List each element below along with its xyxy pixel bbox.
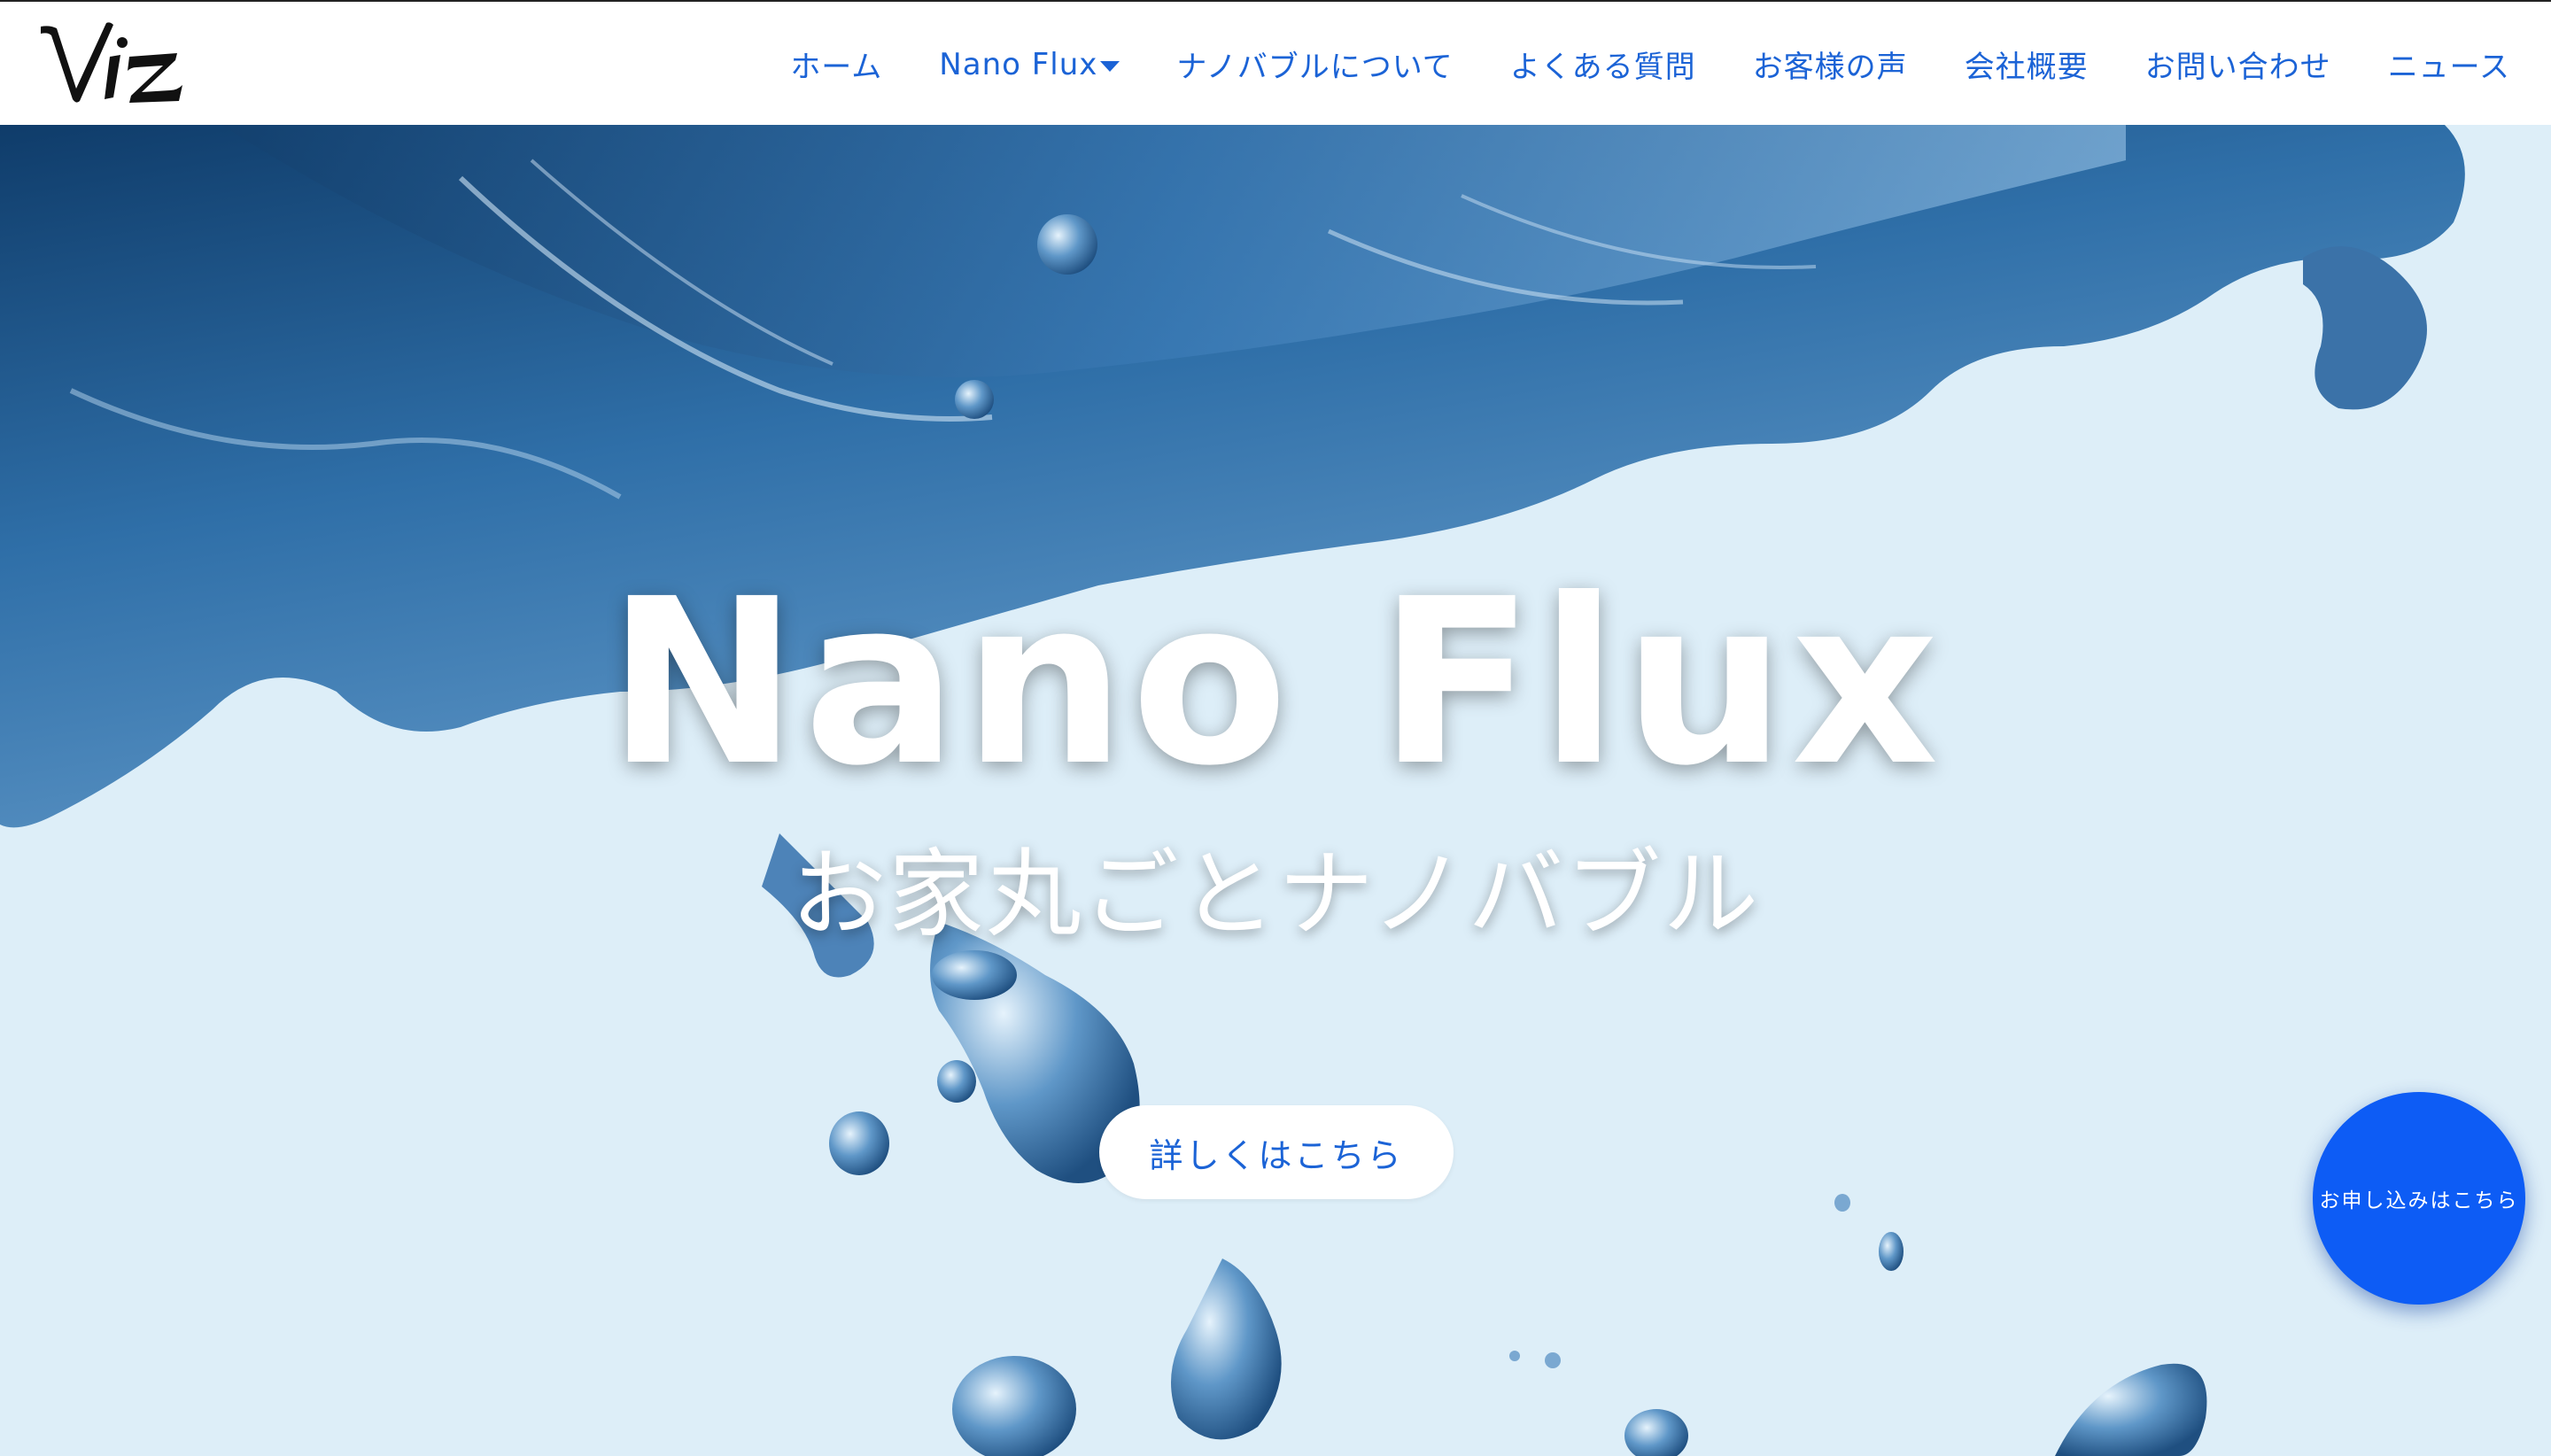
hero-subtitle: お家丸ごとナノバブル (790, 840, 1761, 950)
nav-item-home[interactable]: ホーム (790, 43, 882, 86)
nav-item-label: ホーム (790, 50, 883, 85)
apply-floating-button[interactable]: お申し込みはこちら (2313, 1092, 2525, 1305)
nav-item-faq[interactable]: よくある質問 (1510, 43, 1696, 86)
site-logo[interactable] (37, 14, 188, 112)
nav-item-news[interactable]: ニュース (2388, 43, 2510, 86)
caret-down-icon (1100, 60, 1120, 72)
nav-item-nano-flux[interactable]: Nano Flux (939, 47, 1120, 82)
hero-section: Nano Flux お家丸ごとナノバブル 詳しくはこちら (0, 125, 2551, 1456)
page: ホーム Nano Flux ナノバブルについて よくある質問 お客様の声 会社概… (0, 0, 2551, 1456)
nav-item-testimonials[interactable]: お客様の声 (1753, 43, 1908, 86)
nav-item-label: お問い合わせ (2144, 50, 2331, 85)
site-header: ホーム Nano Flux ナノバブルについて よくある質問 お客様の声 会社概… (0, 0, 2551, 125)
nav-item-label: よくある質問 (1509, 50, 1696, 85)
nav-item-contact[interactable]: お問い合わせ (2145, 43, 2331, 86)
nav-item-label: ニュース (2387, 50, 2510, 85)
learn-more-button[interactable]: 詳しくはこちら (1099, 1105, 1454, 1199)
nav-item-label: 会社概要 (1964, 50, 2089, 85)
main-nav: ホーム Nano Flux ナノバブルについて よくある質問 お客様の声 会社概… (790, 2, 2510, 127)
nav-item-label: Nano Flux (939, 46, 1098, 82)
viz-logo-icon (41, 22, 182, 103)
hero-title: Nano Flux (607, 550, 1944, 816)
nav-item-label: お客様の声 (1752, 50, 1908, 85)
nav-item-label: ナノバブルについて (1176, 50, 1454, 85)
apply-floating-label: お申し込みはこちら (2319, 1189, 2519, 1212)
nav-item-company[interactable]: 会社概要 (1965, 43, 2089, 86)
nav-item-about-nanobubble[interactable]: ナノバブルについて (1176, 43, 1453, 86)
